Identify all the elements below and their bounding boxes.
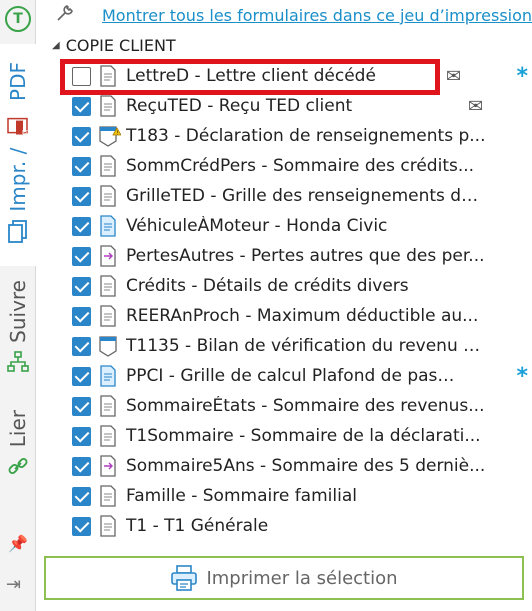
svg-text:!: ! [116,131,118,137]
arrow-document-icon [100,455,116,477]
form-checkbox[interactable] [72,396,91,416]
form-label: T183 - Déclaration de renseignements p..… [126,126,486,146]
document-icon [100,275,116,297]
blue-document-icon [100,215,116,237]
form-label: LettreD - Lettre client décédé [126,66,376,86]
form-label: SommCrédPers - Sommaire des crédits... [126,156,475,176]
pdf-icon: PDF [6,113,32,136]
form-label: VéhiculeÀMoteur - Honda Civic [126,216,388,236]
form-checkbox[interactable] [72,516,91,536]
form-label: Famille - Sommaire familial [126,486,357,506]
show-all-forms-row: Montrer tous les formulaires dans ce jeu… [56,4,532,26]
form-checkbox[interactable] [72,126,91,146]
document-icon [100,395,116,417]
svg-text:PDF: PDF [22,130,29,135]
document-icon [100,425,116,447]
list-item[interactable]: T1 - T1 Générale [72,511,532,541]
form-label: ReçuTED - Reçu TED client [126,96,353,116]
document-icon [100,515,116,537]
document-icon [100,65,116,87]
form-checkbox[interactable] [72,336,91,356]
blue-document-icon [100,365,116,387]
form-checkbox[interactable] [72,486,91,506]
form-checkbox[interactable] [72,66,91,86]
list-item[interactable]: PertesAutres - Pertes autres que des per… [72,241,532,271]
forms-list: LettreD - Lettre client décédé ✉ * ReçuT… [72,61,532,541]
list-item[interactable]: T1135 - Bilan de vérification du revenu … [72,331,532,361]
form-label: GrilleTED - Grille des renseignements de… [126,186,486,206]
tab-top[interactable]: T [0,0,36,40]
tab-lier[interactable]: Lier [0,410,36,500]
wrench-icon [56,4,76,26]
form-checkbox[interactable] [72,96,91,116]
list-item[interactable]: LettreD - Lettre client décédé ✉ * [72,61,532,91]
group-header-copie-client[interactable]: ◢ COPIE CLIENT [52,36,176,55]
form-checkbox[interactable] [72,366,91,386]
form-label: REERAnProch - Maximum déductible au... [126,306,479,326]
form-label: PertesAutres - Pertes autres que des per… [126,246,485,266]
shield-form-icon: ! [99,126,121,147]
print-panel: Montrer tous les formulaires dans ce jeu… [36,0,532,611]
list-item[interactable]: GrilleTED - Grille des renseignements de… [72,181,532,211]
list-item[interactable]: REERAnProch - Maximum déductible au... [72,301,532,331]
form-checkbox[interactable] [72,186,91,206]
document-icon [100,305,116,327]
print-selection-button[interactable]: Imprimer la sélection [44,556,524,600]
list-item[interactable]: Sommaire5Ans - Sommaire des 5 derniè... [72,451,532,481]
form-checkbox[interactable] [72,276,91,296]
group-title: COPIE CLIENT [65,36,176,55]
form-checkbox[interactable] [72,156,91,176]
tab-suivre-label: Suivre [6,280,30,343]
tracking-tree-icon [7,351,29,377]
arrow-document-icon [100,245,116,267]
green-check-icon: T [5,6,31,32]
form-checkbox[interactable] [72,246,91,266]
form-checkbox[interactable] [72,216,91,236]
form-checkbox[interactable] [72,306,91,326]
form-label: PPCI - Grille de calcul Plafond de pass.… [126,366,462,386]
list-item[interactable]: T1Sommaire - Sommaire de la déclarati... [72,421,532,451]
shield-form-icon [99,336,117,357]
form-label: Sommaire5Ans - Sommaire des 5 derniè... [126,456,486,476]
pin-icon[interactable]: 📌 [8,534,28,553]
list-item[interactable]: SommaireÉtats - Sommaire des revenus... [72,391,532,421]
form-checkbox[interactable] [72,456,91,476]
collapse-panel-icon[interactable]: ⇥ [6,574,21,595]
tab-impr-pdf-label: Impr. / PDF PDF [5,62,33,212]
envelope-icon[interactable]: ✉ [446,66,461,87]
list-item[interactable]: Crédits - Détails de crédits divers [72,271,532,301]
print-selection-label: Imprimer la sélection [206,567,398,589]
tab-pdf-text: PDF [5,62,30,101]
asterisk-icon: * [516,63,528,89]
document-icon [100,185,116,207]
document-icon [100,485,116,507]
link-chain-icon [7,455,29,481]
tab-suivre[interactable]: Suivre [0,280,36,390]
envelope-icon[interactable]: ✉ [468,96,483,117]
tab-impr-text: Impr. / [5,147,30,212]
tab-impr-pdf[interactable]: Impr. / PDF PDF [0,44,36,266]
copy-forms-icon [7,219,29,248]
form-checkbox[interactable] [72,426,91,446]
form-label: T1Sommaire - Sommaire de la déclarati... [126,426,481,446]
list-item[interactable]: PPCI - Grille de calcul Plafond de pass.… [72,361,532,391]
list-item[interactable]: VéhiculeÀMoteur - Honda Civic [72,211,532,241]
printer-icon [171,565,198,591]
collapse-triangle-icon[interactable]: ◢ [52,40,60,51]
document-icon [100,155,116,177]
asterisk-icon: * [516,363,528,389]
form-label: T1 - T1 Générale [126,516,269,536]
document-icon [100,95,116,117]
form-label: Crédits - Détails de crédits divers [126,276,409,296]
list-item[interactable]: SommCrédPers - Sommaire des crédits... [72,151,532,181]
side-tab-rail: T Impr. / PDF PDF Suivre Lier 📌 ⇥ [0,0,36,611]
show-all-forms-link[interactable]: Montrer tous les formulaires dans ce jeu… [102,6,532,25]
form-label: SommaireÉtats - Sommaire des revenus... [126,396,485,416]
list-item[interactable]: Famille - Sommaire familial [72,481,532,511]
list-item[interactable]: ReçuTED - Reçu TED client ✉ [72,91,532,121]
tab-lier-label: Lier [6,410,30,448]
list-item[interactable]: ! T183 - Déclaration de renseignements p… [72,121,532,151]
form-label: T1135 - Bilan de vérification du revenu … [126,336,486,356]
